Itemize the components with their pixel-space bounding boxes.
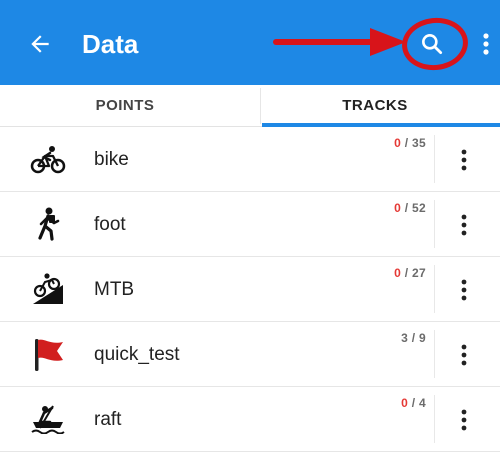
- tab-points[interactable]: POINTS: [0, 85, 250, 126]
- item-menu-button[interactable]: [450, 403, 478, 437]
- row-separator: [434, 330, 435, 378]
- search-button[interactable]: [414, 26, 450, 62]
- track-count: 0 / 52: [394, 201, 426, 215]
- red-flag-icon: [30, 336, 66, 372]
- app-bar: Data: [0, 0, 500, 85]
- item-menu-button[interactable]: [450, 338, 478, 372]
- more-vert-icon: [461, 279, 467, 301]
- arrow-left-icon: [31, 35, 49, 53]
- list-item[interactable]: bike 0 / 35: [0, 127, 500, 192]
- row-separator: [434, 265, 435, 313]
- track-list: bike 0 / 35 foot 0 / 52 MTB 0 / 27 quick…: [0, 127, 500, 452]
- more-vert-icon: [461, 409, 467, 431]
- app-screen: Data POINTS TRACKS bike 0 / 35 foot 0 / …: [0, 0, 500, 452]
- tab-tracks[interactable]: TRACKS: [250, 85, 500, 126]
- item-menu-button[interactable]: [450, 143, 478, 177]
- more-vert-icon: [461, 344, 467, 366]
- list-item[interactable]: MTB 0 / 27: [0, 257, 500, 322]
- track-name: raft: [94, 409, 122, 430]
- back-button[interactable]: [22, 26, 58, 62]
- more-vert-icon: [483, 33, 489, 55]
- row-separator: [434, 135, 435, 183]
- track-name: foot: [94, 214, 126, 235]
- track-name: quick_test: [94, 344, 180, 365]
- overflow-menu-button[interactable]: [474, 26, 498, 62]
- search-icon: [422, 34, 443, 55]
- tab-divider: [260, 88, 261, 124]
- tab-bar: POINTS TRACKS: [0, 85, 500, 127]
- more-vert-icon: [461, 214, 467, 236]
- item-menu-button[interactable]: [450, 208, 478, 242]
- mountain-bike-icon: [30, 271, 66, 307]
- track-count: 0 / 4: [401, 396, 426, 410]
- list-item[interactable]: quick_test 3 / 9: [0, 322, 500, 387]
- more-vert-icon: [461, 149, 467, 171]
- list-item[interactable]: foot 0 / 52: [0, 192, 500, 257]
- raft-icon: [30, 401, 66, 437]
- row-separator: [434, 395, 435, 443]
- track-count: 0 / 35: [394, 136, 426, 150]
- track-count: 3 / 9: [401, 331, 426, 345]
- bicycle-icon: [30, 141, 66, 177]
- list-item[interactable]: raft 0 / 4: [0, 387, 500, 452]
- track-name: MTB: [94, 279, 135, 300]
- row-separator: [434, 200, 435, 248]
- page-title: Data: [82, 29, 139, 59]
- track-count: 0 / 27: [394, 266, 426, 280]
- item-menu-button[interactable]: [450, 273, 478, 307]
- track-name: bike: [94, 149, 129, 170]
- hiker-icon: [30, 206, 66, 242]
